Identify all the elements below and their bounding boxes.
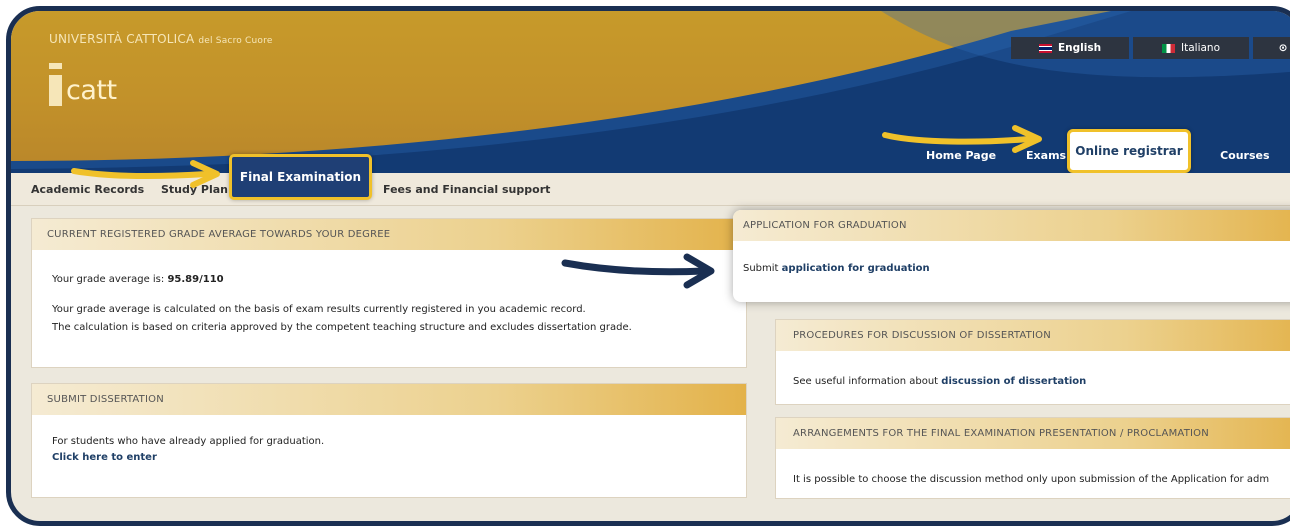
grade-note-2: The calculation is based on criteria app… xyxy=(52,322,632,333)
dissertation-panel-title: SUBMIT DISSERTATION xyxy=(32,384,746,415)
arrangements-panel-title: ARRANGEMENTS FOR THE FINAL EXAMINATION P… xyxy=(776,418,1290,449)
arrow-to-final-examination xyxy=(71,160,220,188)
submit-dissertation-panel: SUBMIT DISSERTATION For students who hav… xyxy=(31,383,747,498)
language-italian-button[interactable]: Italiano xyxy=(1133,37,1249,59)
discussion-of-dissertation-link[interactable]: discussion of dissertation xyxy=(941,376,1086,387)
italy-flag-icon xyxy=(1162,43,1175,53)
tab-fees-financial-support[interactable]: Fees and Financial support xyxy=(383,183,550,196)
nav-online-registrar-label: Online registrar xyxy=(1075,144,1183,158)
nav-services[interactable]: Se xyxy=(1284,149,1290,162)
dissertation-text: For students who have already applied fo… xyxy=(52,436,325,447)
user-account-button[interactable]: ⊙ xyxy=(1253,37,1290,59)
grade-average-line: Your grade average is: 95.89/110 xyxy=(52,274,224,285)
application-for-graduation-panel: APPLICATION FOR GRADUATION Submit applic… xyxy=(733,210,1290,302)
nav-courses[interactable]: Courses xyxy=(1206,149,1283,162)
procedures-line: See useful information about discussion … xyxy=(793,376,1086,387)
graduation-line: Submit application for graduation xyxy=(743,263,930,274)
graduation-panel-title: APPLICATION FOR GRADUATION xyxy=(733,210,1290,241)
procedures-panel-title: PROCEDURES FOR DISCUSSION OF DISSERTATIO… xyxy=(776,320,1290,351)
nav-online-registrar[interactable]: Online registrar xyxy=(1067,129,1191,173)
university-name: UNIVERSITÀ CATTOLICA del Sacro Cuore xyxy=(49,32,273,46)
uk-flag-icon xyxy=(1038,43,1052,53)
grade-average-label: Your grade average is: xyxy=(52,274,165,285)
logo-dot xyxy=(49,63,62,69)
university-suffix: del Sacro Cuore xyxy=(198,36,273,46)
application-for-graduation-link[interactable]: application for graduation xyxy=(782,263,930,274)
procedures-text: See useful information about xyxy=(793,376,939,387)
screenshot-frame: UNIVERSITÀ CATTOLICA del Sacro Cuore cat… xyxy=(6,6,1290,526)
language-english-button[interactable]: English xyxy=(1011,37,1129,59)
arrangements-panel: ARRANGEMENTS FOR THE FINAL EXAMINATION P… xyxy=(775,417,1290,499)
user-icon: ⊙ xyxy=(1278,42,1288,54)
logo-text: catt xyxy=(66,75,117,106)
grade-note-1: Your grade average is calculated on the … xyxy=(52,304,586,315)
arrow-to-application-graduation xyxy=(561,253,715,289)
grade-average-value: 95.89/110 xyxy=(167,274,224,285)
logo-bar xyxy=(49,75,62,106)
university-title: UNIVERSITÀ CATTOLICA xyxy=(49,32,195,46)
arrangements-text: It is possible to choose the discussion … xyxy=(793,474,1270,485)
arrow-to-online-registrar xyxy=(882,125,1042,153)
tab-final-examination-label: Final Examination xyxy=(239,170,362,184)
procedures-panel: PROCEDURES FOR DISCUSSION OF DISSERTATIO… xyxy=(775,319,1290,405)
language-english-label: English xyxy=(1057,42,1102,54)
grade-average-panel: CURRENT REGISTERED GRADE AVERAGE TOWARDS… xyxy=(31,218,747,368)
tab-final-examination[interactable]: Final Examination xyxy=(229,154,372,200)
click-here-to-enter-link[interactable]: Click here to enter xyxy=(52,452,157,463)
language-italian-label: Italiano xyxy=(1181,42,1220,54)
graduation-text: Submit xyxy=(743,263,779,274)
grade-panel-title: CURRENT REGISTERED GRADE AVERAGE TOWARDS… xyxy=(32,219,746,250)
